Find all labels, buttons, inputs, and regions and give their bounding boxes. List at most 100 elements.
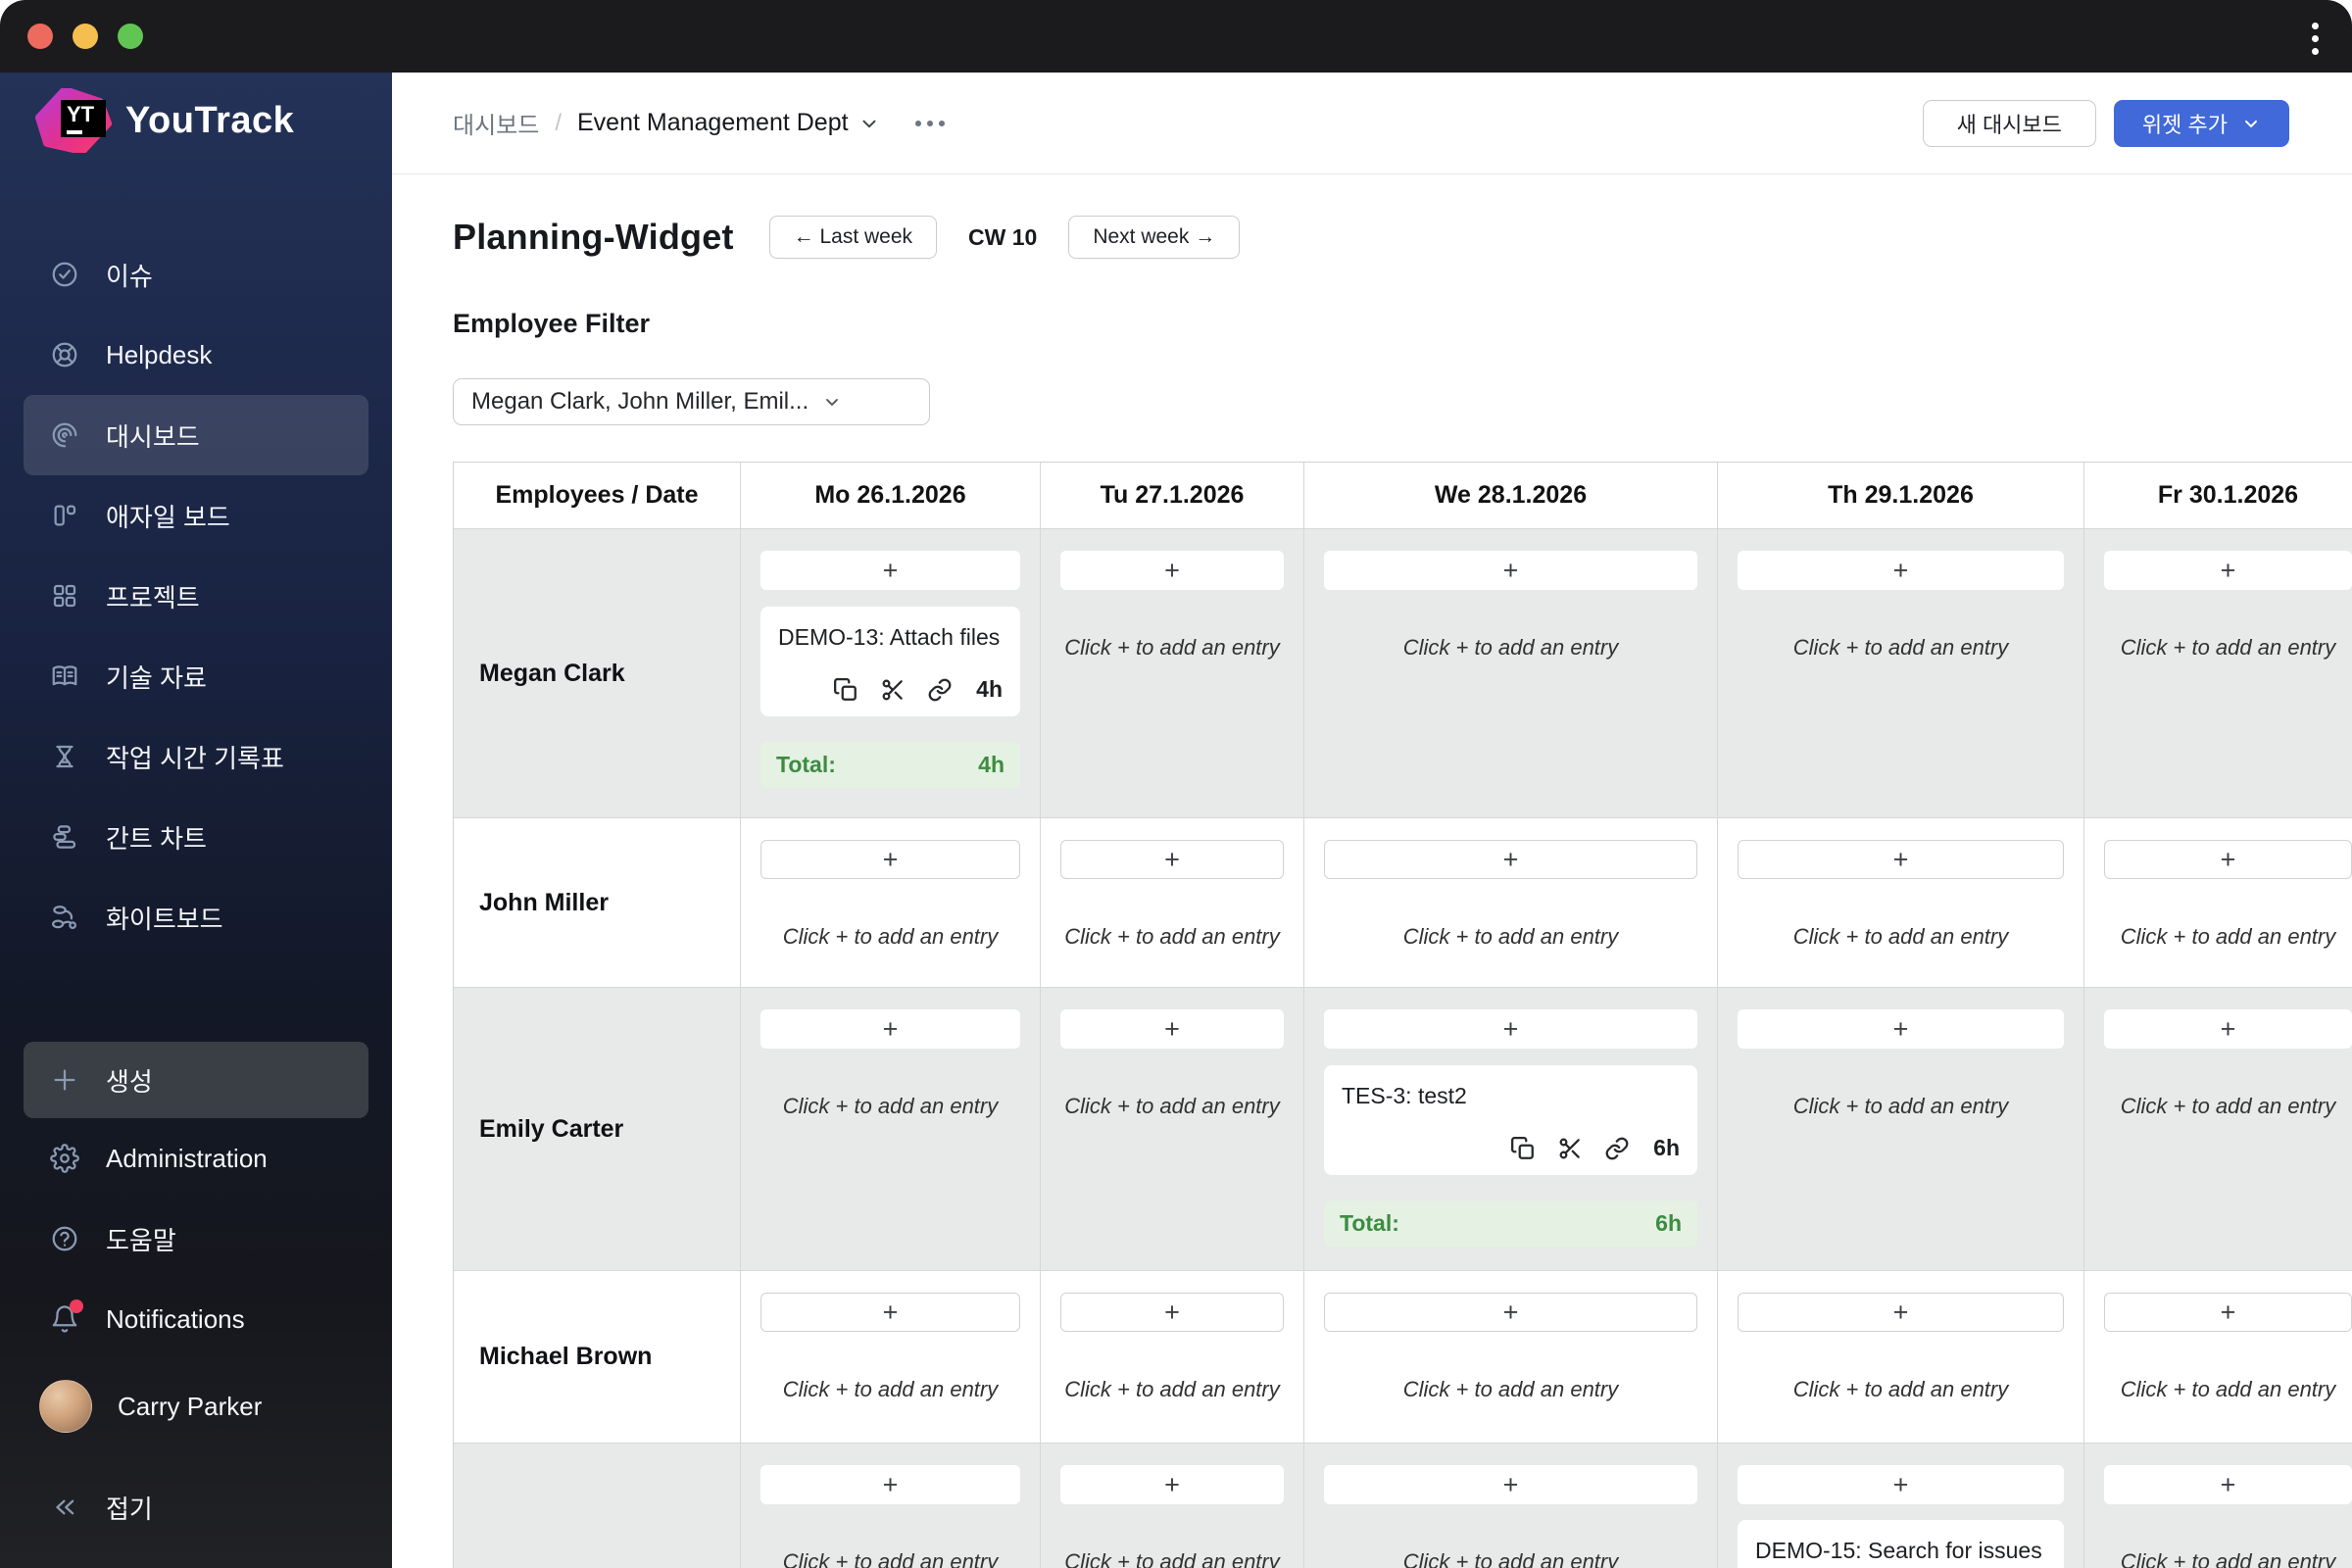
add-entry-button[interactable]: + <box>1060 1293 1284 1332</box>
add-entry-button[interactable]: + <box>2104 551 2352 590</box>
add-entry-button[interactable]: + <box>1738 1465 2064 1504</box>
add-entry-button[interactable]: + <box>1324 840 1697 879</box>
cell-megan-mo: + DEMO-13: Attach files 4h Total: 4h <box>741 529 1041 818</box>
sidebar-item-notifications[interactable]: Notifications <box>24 1279 368 1359</box>
add-entry-hint: Click + to add an entry <box>2120 1377 2336 1401</box>
entry-actions: 4h <box>833 676 1003 703</box>
zoom-window-icon[interactable] <box>118 24 143 49</box>
add-entry-button[interactable]: + <box>2104 1009 2352 1049</box>
add-entry-hint: Click + to add an entry <box>1064 1094 1280 1118</box>
sidebar-item-knowledge-base[interactable]: 기술 자료 <box>24 636 368 716</box>
work-entry-card[interactable]: DEMO-13: Attach files 4h <box>760 607 1020 716</box>
employee-name: Emily Carter <box>454 988 741 1271</box>
sidebar-item-helpdesk[interactable]: Helpdesk <box>24 315 368 395</box>
link-icon[interactable] <box>1604 1136 1630 1161</box>
cell-row5-fr: + Click + to add an entry <box>2084 1444 2352 1568</box>
table-row-partial: + Click + to add an entry + Click + to a… <box>454 1444 2352 1568</box>
cell-michael-fr: + Click + to add an entry <box>2084 1271 2352 1444</box>
add-entry-hint: Click + to add an entry <box>782 1094 999 1118</box>
create-button[interactable]: 생성 <box>24 1042 368 1118</box>
new-dashboard-button[interactable]: 새 대시보드 <box>1922 99 2096 147</box>
window-titlebar <box>0 0 2352 73</box>
add-entry-button[interactable]: + <box>760 551 1020 590</box>
add-entry-hint: Click + to add an entry <box>1064 635 1280 660</box>
sidebar-item-administration[interactable]: Administration <box>24 1118 368 1199</box>
add-entry-button[interactable]: + <box>1324 1293 1697 1332</box>
sidebar-item-projects[interactable]: 프로젝트 <box>24 556 368 636</box>
add-entry-button[interactable]: + <box>1324 1009 1697 1049</box>
cell-emily-fr: + Click + to add an entry <box>2084 988 2352 1271</box>
employee-name <box>454 1444 741 1568</box>
table-row-emily-carter: Emily Carter + Click + to add an entry +… <box>454 988 2352 1271</box>
notification-badge-dot <box>70 1299 83 1313</box>
add-entry-button[interactable]: + <box>2104 1465 2352 1504</box>
add-entry-button[interactable]: + <box>760 1465 1020 1504</box>
column-header-monday: Mo 26.1.2026 <box>741 463 1041 529</box>
cell-michael-th: + Click + to add an entry <box>1718 1271 2084 1444</box>
add-entry-button[interactable]: + <box>2104 1293 2352 1332</box>
breadcrumb-dashboards-link[interactable]: 대시보드 <box>453 106 539 140</box>
work-entry-card[interactable]: TES-3: test2 6h <box>1324 1065 1697 1175</box>
add-entry-button[interactable]: + <box>1738 1293 2064 1332</box>
sidebar-item-dashboards[interactable]: 대시보드 <box>24 395 368 475</box>
widget-title: Planning-Widget <box>453 217 734 257</box>
table-row-michael-brown: Michael Brown + Click + to add an entry … <box>454 1271 2352 1444</box>
link-icon[interactable] <box>927 677 953 703</box>
cut-icon[interactable] <box>1557 1136 1583 1161</box>
add-entry-button[interactable]: + <box>1060 1465 1284 1504</box>
copy-icon[interactable] <box>1510 1136 1536 1161</box>
cut-icon[interactable] <box>880 677 906 703</box>
entry-actions: 6h <box>1510 1135 1680 1161</box>
app-window: YT YouTrack 이슈 Helpdesk 대시보드 애자일 보드 프로젝트… <box>0 0 2352 1568</box>
sidebar-item-agile-boards[interactable]: 애자일 보드 <box>24 475 368 556</box>
breadcrumb-current-dashboard[interactable]: Event Management Dept <box>577 109 880 137</box>
add-entry-button[interactable]: + <box>1324 1465 1697 1504</box>
youtrack-logo[interactable]: YT YouTrack <box>35 86 392 155</box>
add-entry-hint: Click + to add an entry <box>1792 1094 2009 1118</box>
work-entry-card[interactable]: DEMO-15: Search for issues <box>1738 1520 2064 1568</box>
minimize-window-icon[interactable] <box>73 24 98 49</box>
add-entry-button[interactable]: + <box>1738 840 2064 879</box>
sidebar-item-gantt-charts[interactable]: 간트 차트 <box>24 797 368 877</box>
employee-filter-select[interactable]: Megan Clark, John Miller, Emil... <box>453 378 930 425</box>
add-entry-hint: Click + to add an entry <box>2120 1549 2336 1568</box>
next-week-button[interactable]: Next week → <box>1068 216 1241 259</box>
cell-john-we: + Click + to add an entry <box>1304 818 1718 988</box>
close-window-icon[interactable] <box>27 24 53 49</box>
add-entry-button[interactable]: + <box>2104 840 2352 879</box>
sidebar-item-help[interactable]: 도움말 <box>24 1199 368 1279</box>
copy-icon[interactable] <box>833 677 858 703</box>
sidebar-item-issues[interactable]: 이슈 <box>24 234 368 315</box>
add-entry-button[interactable]: + <box>1060 1009 1284 1049</box>
sidebar-item-collapse[interactable]: 접기 <box>24 1467 368 1547</box>
add-entry-hint: Click + to add an entry <box>1064 1377 1280 1401</box>
browser-menu-icon[interactable] <box>2308 19 2323 59</box>
yt-badge: YT <box>61 100 106 137</box>
sidebar-item-profile[interactable]: Carry Parker <box>24 1359 368 1453</box>
employee-filter-label: Employee Filter <box>453 309 651 338</box>
day-total-bar: Total: 4h <box>760 742 1020 788</box>
sidebar-item-whiteboards[interactable]: 화이트보드 <box>24 877 368 957</box>
add-entry-button[interactable]: + <box>760 840 1020 879</box>
add-entry-button[interactable]: + <box>1738 1009 2064 1049</box>
add-entry-hint: Click + to add an entry <box>1402 1377 1619 1401</box>
cell-row5-th: + DEMO-15: Search for issues <box>1718 1444 2084 1568</box>
cell-row5-mo: + Click + to add an entry <box>741 1444 1041 1568</box>
add-widget-button[interactable]: 위젯 추가 <box>2113 99 2289 147</box>
more-options-icon[interactable] <box>909 115 951 132</box>
add-entry-button[interactable]: + <box>1738 551 2064 590</box>
sidebar-item-timesheets[interactable]: 작업 시간 기록표 <box>24 716 368 797</box>
cell-megan-fr: + Click + to add an entry <box>2084 529 2352 818</box>
entry-hours: 6h <box>1653 1135 1680 1160</box>
bell-icon <box>49 1299 83 1335</box>
add-entry-button[interactable]: + <box>760 1293 1020 1332</box>
last-week-button[interactable]: ← Last week <box>768 216 938 259</box>
add-entry-button[interactable]: + <box>760 1009 1020 1049</box>
add-entry-button[interactable]: + <box>1060 551 1284 590</box>
add-entry-button[interactable]: + <box>1060 840 1284 879</box>
add-entry-hint: Click + to add an entry <box>1792 924 2009 949</box>
add-entry-hint: Click + to add an entry <box>2120 924 2336 949</box>
add-entry-button[interactable]: + <box>1324 551 1697 590</box>
add-entry-hint: Click + to add an entry <box>782 924 999 949</box>
agile-board-icon <box>49 500 80 531</box>
